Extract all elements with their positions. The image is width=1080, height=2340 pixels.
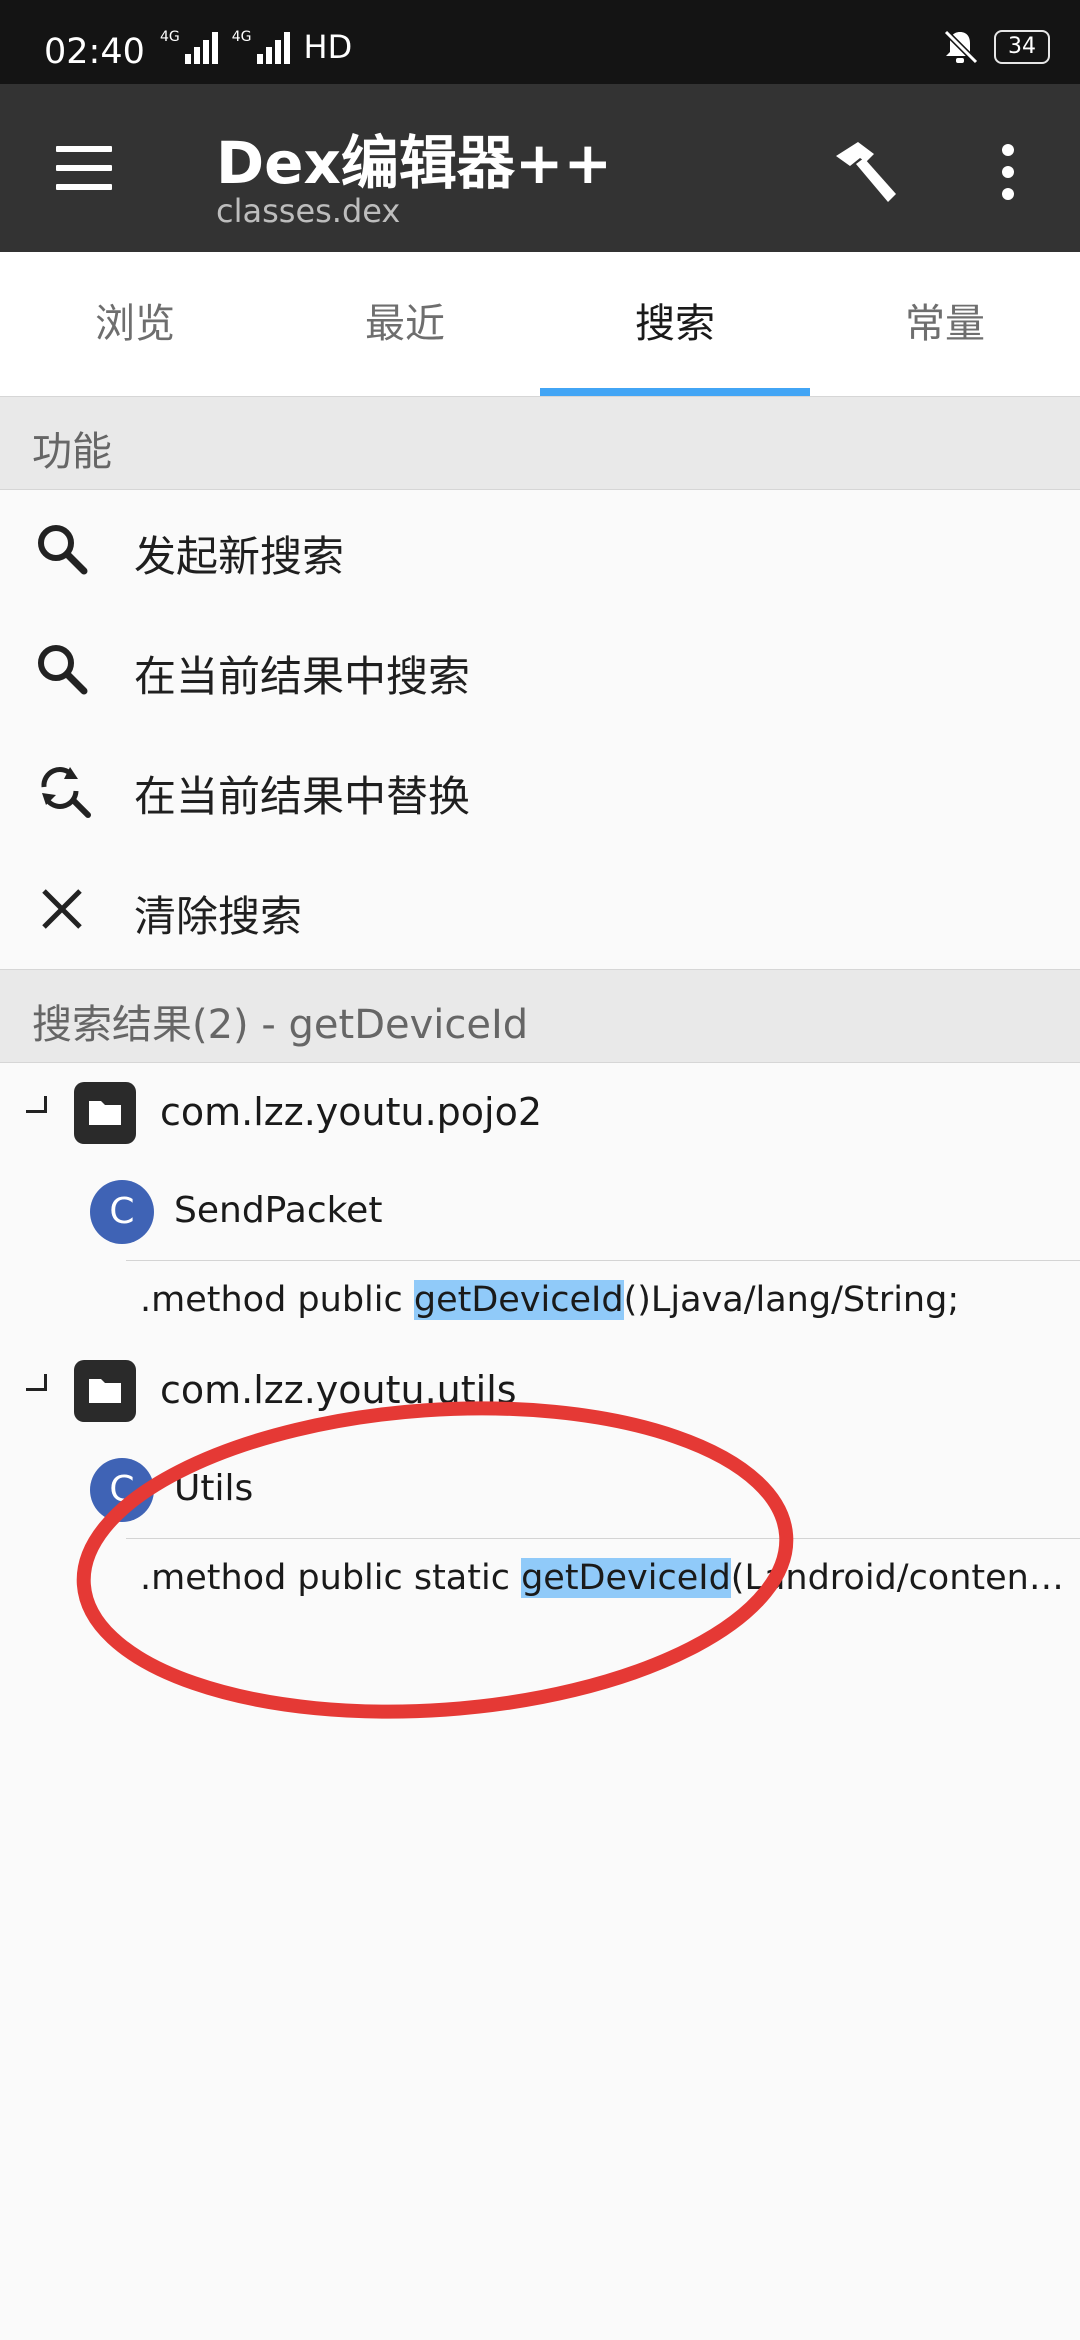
tab-search[interactable]: 搜索 bbox=[540, 252, 810, 396]
hd-indicator: HD bbox=[303, 28, 353, 66]
collapse-toggle-icon[interactable] bbox=[26, 1096, 47, 1113]
new-search-label: 发起新搜索 bbox=[134, 532, 345, 581]
signal-icon: 4G bbox=[232, 30, 290, 64]
search-match-highlight: getDeviceId bbox=[413, 1280, 624, 1320]
package-row[interactable]: com.lzz.youtu.utils bbox=[0, 1340, 1080, 1440]
replace-in-results-label: 在当前结果中替换 bbox=[134, 772, 471, 821]
search-in-results-label: 在当前结果中搜索 bbox=[134, 652, 471, 701]
mute-vibrate-icon bbox=[943, 29, 979, 65]
status-bar: 02:40 4G 4G HD 34 bbox=[0, 0, 1080, 84]
method-result[interactable]: .method public static getDeviceId(Landro… bbox=[140, 1558, 1075, 1598]
class-row[interactable]: C SendPacket bbox=[0, 1162, 1080, 1262]
package-name: com.lzz.youtu.pojo2 bbox=[160, 1090, 543, 1134]
find-replace-icon bbox=[41, 767, 91, 818]
app-bar: Dex编辑器++ classes.dex bbox=[0, 84, 1080, 252]
clear-search-item[interactable]: 清除搜索 bbox=[0, 849, 1080, 969]
collapse-toggle-icon[interactable] bbox=[26, 1374, 47, 1391]
functions-header: 功能 bbox=[0, 396, 1080, 490]
tab-recent[interactable]: 最近 bbox=[270, 252, 540, 396]
tab-bar: 浏览 最近 搜索 常量 bbox=[0, 252, 1080, 397]
search-in-results-item[interactable]: 在当前结果中搜索 bbox=[0, 609, 1080, 729]
divider bbox=[126, 1538, 1080, 1539]
class-row[interactable]: C Utils bbox=[0, 1440, 1080, 1540]
class-icon: C bbox=[90, 1180, 154, 1244]
more-options-icon[interactable] bbox=[1000, 144, 1016, 200]
close-icon bbox=[42, 889, 82, 929]
tab-browse[interactable]: 浏览 bbox=[0, 252, 270, 396]
class-name: Utils bbox=[174, 1468, 254, 1509]
new-search-item[interactable]: 发起新搜索 bbox=[0, 489, 1080, 609]
app-title: Dex编辑器++ bbox=[216, 129, 613, 197]
search-icon bbox=[38, 645, 88, 695]
results-header: 搜索结果(2) - getDeviceId bbox=[0, 969, 1080, 1063]
menu-icon[interactable] bbox=[56, 146, 112, 190]
battery-indicator: 34 bbox=[994, 30, 1050, 64]
package-row[interactable]: com.lzz.youtu.pojo2 bbox=[0, 1062, 1080, 1162]
signal-icon: 4G bbox=[160, 30, 218, 64]
class-name: SendPacket bbox=[174, 1190, 383, 1231]
tab-constants[interactable]: 常量 bbox=[810, 252, 1080, 396]
search-icon bbox=[38, 525, 88, 575]
tab-indicator bbox=[540, 388, 810, 396]
search-match-highlight: getDeviceId bbox=[521, 1558, 731, 1598]
method-result[interactable]: .method public getDeviceId()Ljava/lang/S… bbox=[140, 1280, 1075, 1320]
folder-icon bbox=[74, 1360, 136, 1422]
class-icon: C bbox=[90, 1458, 154, 1522]
clear-search-label: 清除搜索 bbox=[134, 892, 303, 941]
divider bbox=[126, 1260, 1080, 1261]
folder-icon bbox=[74, 1082, 136, 1144]
hammer-icon[interactable] bbox=[826, 136, 906, 216]
network-indicators: 4G 4G HD bbox=[160, 30, 352, 64]
package-name: com.lzz.youtu.utils bbox=[160, 1368, 517, 1412]
status-right: 34 bbox=[940, 28, 1050, 66]
file-name: classes.dex bbox=[216, 192, 401, 230]
status-time: 02:40 bbox=[44, 32, 145, 72]
replace-in-results-item[interactable]: 在当前结果中替换 bbox=[0, 729, 1080, 849]
